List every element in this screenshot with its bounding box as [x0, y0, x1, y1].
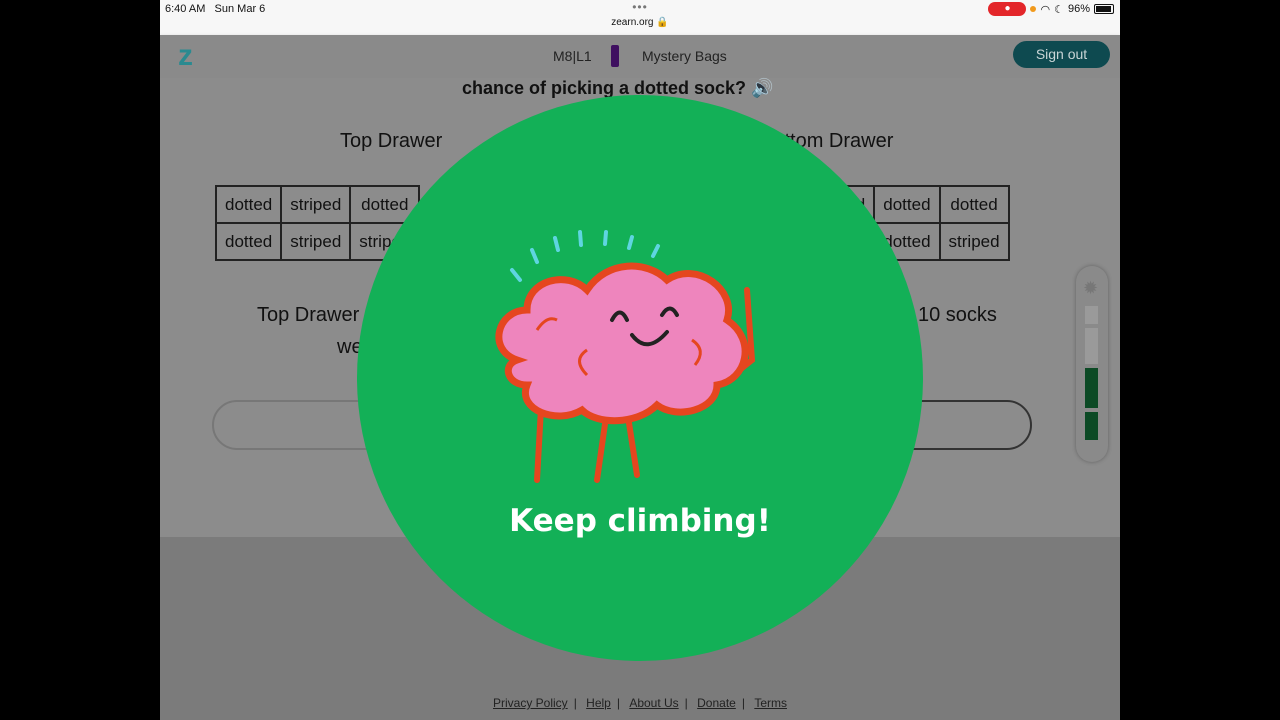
- help-link[interactable]: Help: [586, 696, 611, 710]
- cell: dotted: [214, 185, 283, 224]
- footer-links: Privacy Policy | Help | About Us | Donate | …: [493, 696, 787, 710]
- bottom-drawer-caption: 10 socks: [918, 304, 997, 326]
- lesson-code: M8|L1: [553, 48, 592, 64]
- star-icon: ✹: [1083, 278, 1099, 298]
- table-row: dotted striped dotted: [214, 185, 421, 224]
- status-icons: ● ◠ ☾ 96%: [988, 2, 1114, 16]
- about-us-link[interactable]: About Us: [629, 696, 678, 710]
- cell: striped: [280, 185, 352, 224]
- privacy-policy-link[interactable]: Privacy Policy: [493, 696, 568, 710]
- feedback-message: Keep climbing!: [509, 503, 771, 539]
- zearn-logo[interactable]: z: [178, 39, 193, 73]
- app-header: z M8|L1 Mystery Bags Sign out: [160, 35, 1120, 78]
- status-bar: 6:40 AM Sun Mar 6 ••• zearn.org 🔒 ● ◠ ☾ …: [160, 0, 1120, 35]
- moon-icon: ☾: [1054, 3, 1064, 16]
- url-bar[interactable]: zearn.org 🔒: [160, 17, 1120, 28]
- lesson-title: Mystery Bags: [642, 48, 727, 64]
- cell: striped: [280, 222, 352, 261]
- top-drawer-caption: Top Drawer: [257, 304, 360, 326]
- sign-out-button[interactable]: Sign out: [1013, 41, 1110, 68]
- more-dots[interactable]: •••: [160, 0, 1120, 14]
- battery-text: 96%: [1067, 3, 1090, 15]
- record-indicator: ●: [988, 2, 1027, 16]
- donate-link[interactable]: Donate: [697, 696, 736, 710]
- wifi-icon: ◠: [1040, 3, 1051, 16]
- progress-meter: ✹: [1076, 266, 1108, 462]
- cell: dotted: [214, 222, 283, 261]
- brain-mascot-icon: [495, 230, 756, 483]
- mic-dot-icon: [1030, 6, 1037, 12]
- progress-segment: [1085, 412, 1098, 440]
- terms-link[interactable]: Terms: [754, 696, 787, 710]
- cell: dotted: [938, 185, 1010, 224]
- progress-segment: [1085, 328, 1098, 364]
- speaker-icon[interactable]: 🔊: [751, 78, 773, 98]
- cell: dotted: [873, 185, 941, 224]
- battery-icon: [1094, 4, 1114, 14]
- cell: striped: [938, 222, 1010, 261]
- progress-segment: [1085, 368, 1098, 408]
- lesson-icon: [611, 45, 619, 67]
- feedback-overlay: Keep climbing!: [357, 95, 923, 661]
- top-drawer-label: Top Drawer: [340, 130, 443, 152]
- progress-segment: [1085, 306, 1098, 324]
